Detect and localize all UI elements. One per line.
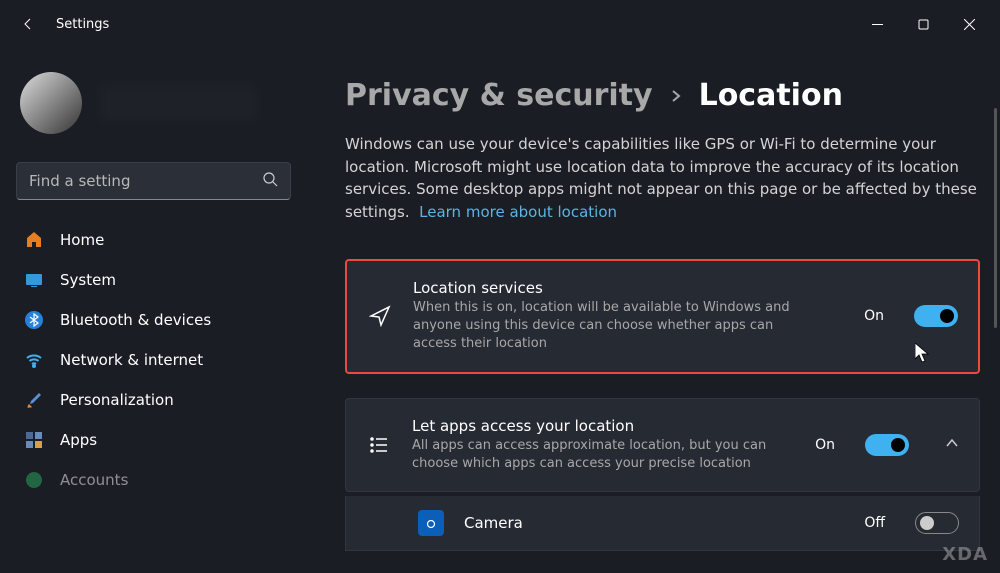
close-button[interactable] [946,4,992,44]
sidebar-item-bluetooth[interactable]: Bluetooth & devices [8,300,299,340]
system-icon [24,270,44,290]
profile-section[interactable] [8,48,299,162]
sidebar-item-label: Apps [60,431,97,449]
sidebar-item-home[interactable]: Home [8,220,299,260]
window-title: Settings [56,17,109,32]
brush-icon [24,390,44,410]
camera-app-icon [418,510,444,536]
chevron-up-icon[interactable] [945,435,959,454]
card-title: Let apps access your location [412,417,795,435]
back-button[interactable] [8,4,48,44]
profile-name-blurred [98,83,258,123]
location-services-toggle[interactable] [914,305,958,327]
apps-icon [24,430,44,450]
app-row-camera: Camera Off [345,496,980,551]
bluetooth-icon [24,310,44,330]
breadcrumb: Privacy & security Location [345,78,980,113]
wifi-icon [24,350,44,370]
list-icon [366,435,392,455]
sidebar-item-label: System [60,271,116,289]
search-input-container[interactable] [16,162,291,200]
sidebar-item-system[interactable]: System [8,260,299,300]
camera-location-toggle[interactable] [915,512,959,534]
learn-more-link[interactable]: Learn more about location [419,203,617,221]
sidebar-item-accounts[interactable]: Accounts [8,460,299,500]
home-icon [24,230,44,250]
sidebar-item-label: Personalization [60,391,174,409]
app-name: Camera [464,514,844,532]
toggle-status-label: Off [864,515,885,531]
accounts-icon [24,470,44,490]
card-description: All apps can access approximate location… [412,437,795,473]
scrollbar[interactable] [994,108,997,328]
sidebar-item-label: Home [60,231,104,249]
location-arrow-icon [367,305,393,327]
page-description: Windows can use your device's capabiliti… [345,133,980,223]
search-input[interactable] [29,172,262,190]
toggle-status-label: On [864,308,884,324]
sidebar-item-label: Network & internet [60,351,203,369]
card-title: Location services [413,279,844,297]
breadcrumb-current: Location [699,78,843,113]
toggle-status-label: On [815,437,835,453]
sidebar-item-label: Bluetooth & devices [60,311,211,329]
sidebar-item-personalization[interactable]: Personalization [8,380,299,420]
watermark: XDA [942,544,988,565]
apps-access-card: Let apps access your location All apps c… [345,398,980,492]
sidebar-item-apps[interactable]: Apps [8,420,299,460]
minimize-button[interactable] [854,4,900,44]
avatar [20,72,82,134]
chevron-right-icon [669,84,683,108]
maximize-button[interactable] [900,4,946,44]
sidebar-item-network[interactable]: Network & internet [8,340,299,380]
location-services-card: Location services When this is on, locat… [345,259,980,374]
search-icon [262,171,278,191]
sidebar-item-label: Accounts [60,471,128,489]
card-description: When this is on, location will be availa… [413,299,813,354]
breadcrumb-parent[interactable]: Privacy & security [345,78,653,113]
apps-access-toggle[interactable] [865,434,909,456]
